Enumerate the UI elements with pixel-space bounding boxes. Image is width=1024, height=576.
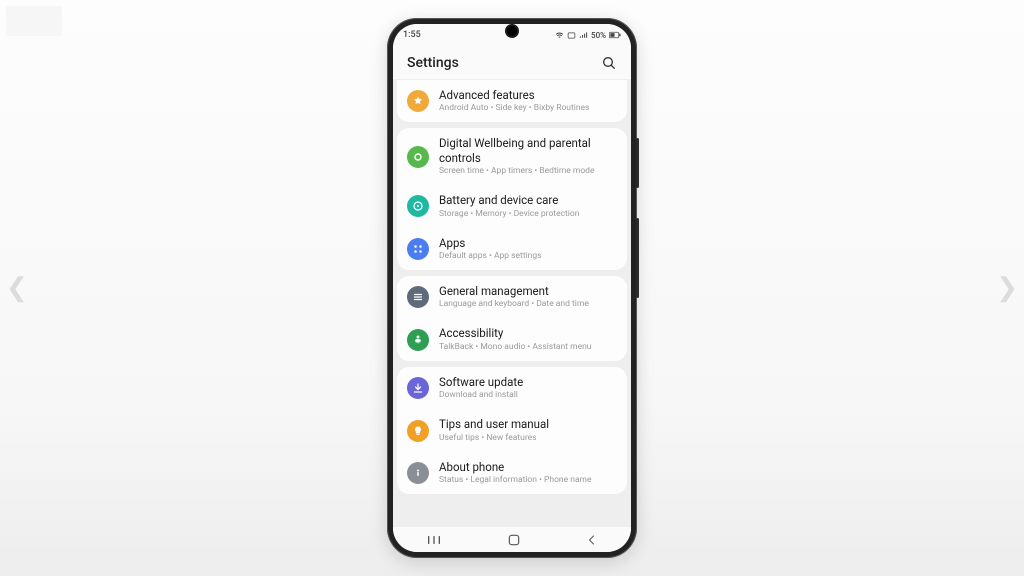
front-camera bbox=[507, 26, 517, 36]
row-title: About phone bbox=[439, 460, 615, 474]
row-subtitle: Status • Legal information • Phone name bbox=[439, 475, 615, 486]
nav-home-button[interactable] bbox=[507, 533, 521, 547]
row-text: Software updateDownload and install bbox=[439, 375, 615, 401]
row-text: About phoneStatus • Legal information • … bbox=[439, 460, 615, 486]
row-text: Battery and device care Storage • Memory … bbox=[439, 193, 615, 219]
search-icon bbox=[601, 55, 617, 71]
phone-frame: 1:55 50% Settings Advanced featuresAndro… bbox=[387, 18, 637, 558]
row-text: Accessibility TalkBack • Mono audio • Ass… bbox=[439, 326, 615, 352]
row-title: Digital Wellbeing and parental controls bbox=[439, 136, 615, 165]
page-title: Settings bbox=[407, 55, 459, 71]
settings-group: Digital Wellbeing and parental controlsS… bbox=[397, 128, 627, 270]
decorative-corner bbox=[6, 6, 62, 36]
battery-percent: 50% bbox=[591, 31, 606, 40]
row-subtitle: Screen time • App timers • Bedtime mode bbox=[439, 166, 615, 177]
row-subtitle: Storage • Memory • Device protection bbox=[439, 209, 615, 220]
row-icon bbox=[407, 90, 429, 112]
row-icon bbox=[407, 146, 429, 168]
recents-icon bbox=[426, 534, 442, 546]
row-text: General managementLanguage and keyboard … bbox=[439, 284, 615, 310]
row-icon bbox=[407, 195, 429, 217]
back-icon bbox=[586, 533, 598, 547]
settings-row[interactable]: AppsDefault apps • App settings bbox=[397, 228, 627, 270]
settings-group: General managementLanguage and keyboard … bbox=[397, 276, 627, 361]
row-text: AppsDefault apps • App settings bbox=[439, 236, 615, 262]
settings-group: Advanced featuresAndroid Auto • Side key… bbox=[397, 80, 627, 122]
volte-icon bbox=[567, 31, 576, 40]
row-subtitle: TalkBack • Mono audio • Assistant menu bbox=[439, 342, 615, 353]
settings-row[interactable]: Accessibility TalkBack • Mono audio • Ass… bbox=[397, 318, 627, 360]
row-text: Advanced featuresAndroid Auto • Side key… bbox=[439, 88, 615, 114]
row-subtitle: Android Auto • Side key • Bixby Routines bbox=[439, 103, 615, 114]
row-subtitle: Download and install bbox=[439, 390, 615, 401]
battery-icon bbox=[609, 31, 621, 39]
settings-row[interactable]: Software updateDownload and install bbox=[397, 367, 627, 409]
row-icon bbox=[407, 329, 429, 351]
row-title: Accessibility bbox=[439, 326, 615, 340]
app-bar: Settings bbox=[393, 46, 631, 80]
wifi-icon bbox=[555, 31, 564, 40]
phone-screen: 1:55 50% Settings Advanced featuresAndro… bbox=[393, 24, 631, 552]
row-title: Tips and user manual bbox=[439, 417, 615, 431]
row-subtitle: Language and keyboard • Date and time bbox=[439, 299, 615, 310]
gallery-prev-arrow[interactable]: ❮ bbox=[6, 273, 28, 303]
settings-row[interactable]: Advanced featuresAndroid Auto • Side key… bbox=[397, 80, 627, 122]
row-icon bbox=[407, 238, 429, 260]
row-icon bbox=[407, 286, 429, 308]
navigation-bar bbox=[393, 526, 631, 552]
settings-row[interactable]: Digital Wellbeing and parental controlsS… bbox=[397, 128, 627, 185]
row-icon bbox=[407, 462, 429, 484]
search-button[interactable] bbox=[601, 55, 617, 71]
settings-row[interactable]: Battery and device care Storage • Memory … bbox=[397, 185, 627, 227]
settings-list[interactable]: Advanced featuresAndroid Auto • Side key… bbox=[393, 80, 631, 526]
signal-icon bbox=[579, 31, 588, 40]
nav-back-button[interactable] bbox=[586, 533, 598, 547]
row-title: Apps bbox=[439, 236, 615, 250]
status-time: 1:55 bbox=[403, 30, 421, 40]
row-title: General management bbox=[439, 284, 615, 298]
row-icon bbox=[407, 377, 429, 399]
row-title: Software update bbox=[439, 375, 615, 389]
row-subtitle: Default apps • App settings bbox=[439, 251, 615, 262]
status-icons: 50% bbox=[555, 31, 621, 40]
row-text: Digital Wellbeing and parental controlsS… bbox=[439, 136, 615, 177]
nav-recents-button[interactable] bbox=[426, 534, 442, 546]
row-subtitle: Useful tips • New features bbox=[439, 433, 615, 444]
row-icon bbox=[407, 420, 429, 442]
row-title: Battery and device care bbox=[439, 193, 615, 207]
home-icon bbox=[507, 533, 521, 547]
gallery-next-arrow[interactable]: ❯ bbox=[996, 273, 1018, 303]
settings-group: Software updateDownload and install Tips … bbox=[397, 367, 627, 494]
row-text: Tips and user manual Useful tips • New fe… bbox=[439, 417, 615, 443]
settings-row[interactable]: General managementLanguage and keyboard … bbox=[397, 276, 627, 318]
settings-row[interactable]: About phoneStatus • Legal information • … bbox=[397, 452, 627, 494]
row-title: Advanced features bbox=[439, 88, 615, 102]
settings-row[interactable]: Tips and user manual Useful tips • New fe… bbox=[397, 409, 627, 451]
